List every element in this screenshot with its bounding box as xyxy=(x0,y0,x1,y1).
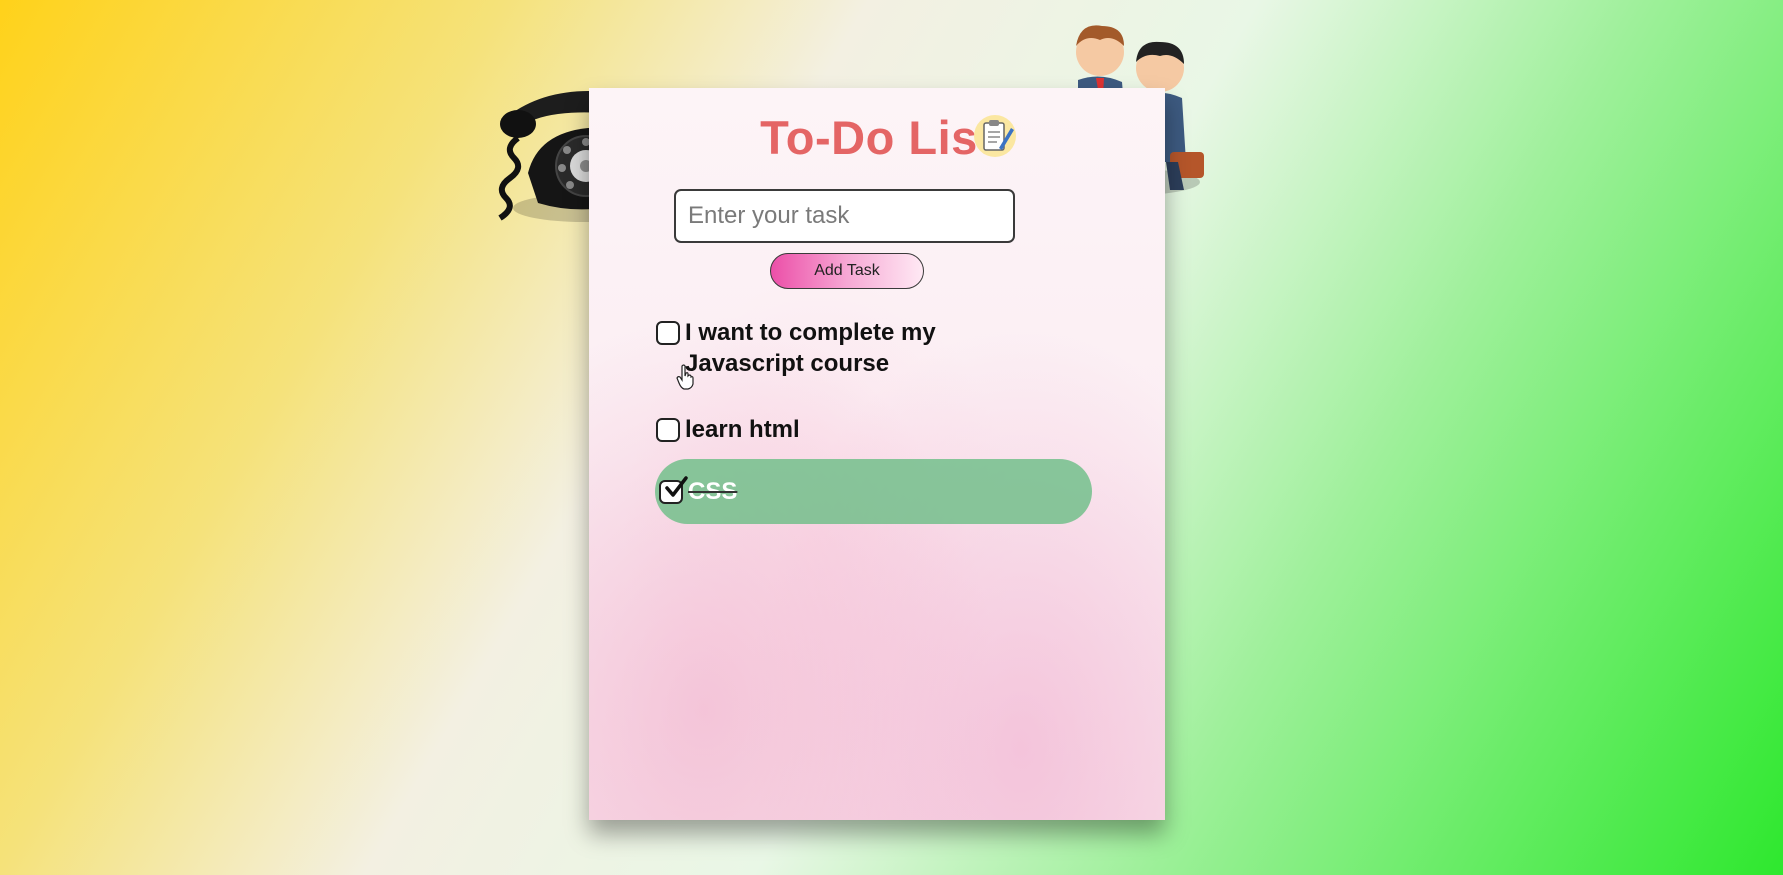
title-bar: To-Do List xyxy=(589,110,1165,165)
hand-pointer-icon xyxy=(676,364,694,390)
task-item-completed[interactable]: CSS xyxy=(655,459,1092,524)
page-title: To-Do List xyxy=(760,111,994,164)
task-text: I want to complete my Javascript course xyxy=(685,319,936,377)
todo-card: To-Do List Add Task I want to complete m… xyxy=(589,88,1165,820)
task-text: CSS xyxy=(688,478,738,505)
task-input[interactable] xyxy=(674,189,1015,243)
task-item[interactable]: I want to complete my Javascript course xyxy=(656,317,986,379)
task-checkbox[interactable] xyxy=(656,418,680,442)
checkmark-icon xyxy=(665,475,688,497)
task-checkbox-checked[interactable] xyxy=(659,475,688,504)
add-task-button[interactable]: Add Task xyxy=(770,253,924,289)
task-checkbox[interactable] xyxy=(656,321,680,345)
task-text: learn html xyxy=(685,416,800,443)
clipboard-checklist-icon xyxy=(974,115,1016,157)
task-item[interactable]: learn html xyxy=(656,414,800,445)
